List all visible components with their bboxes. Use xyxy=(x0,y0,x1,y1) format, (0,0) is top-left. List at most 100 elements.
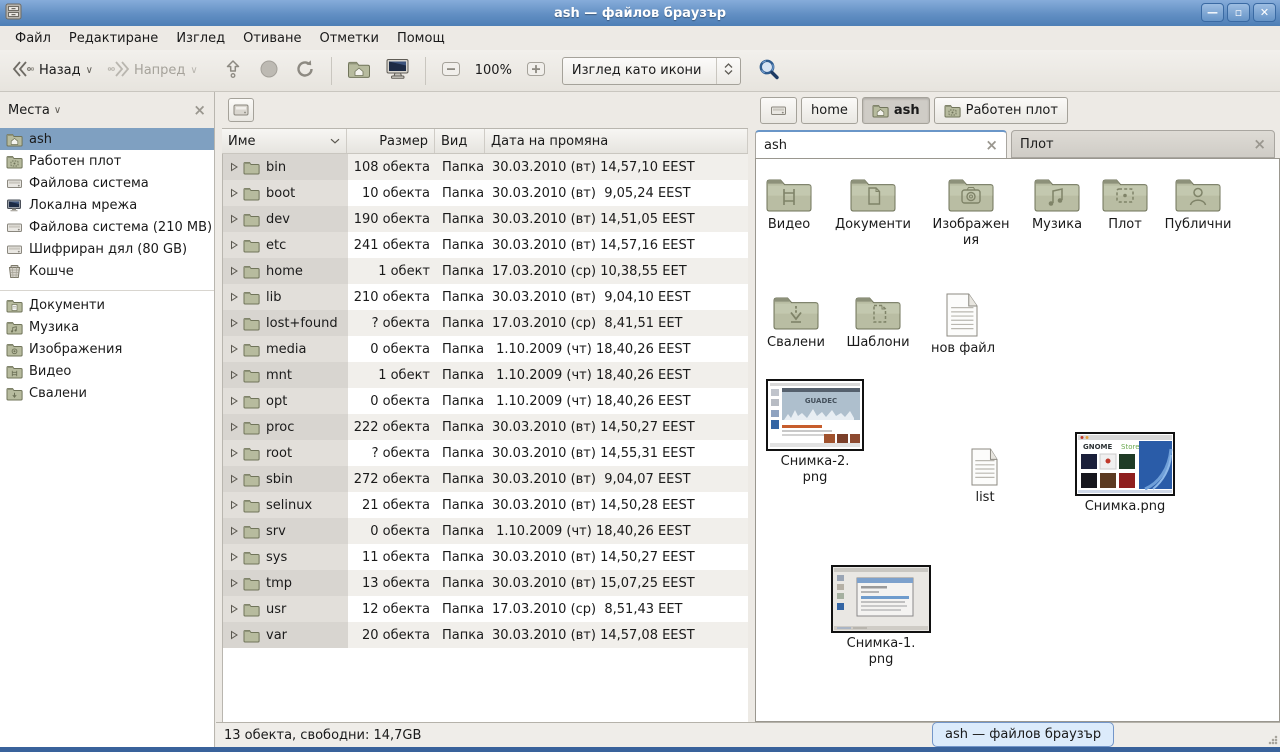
table-row[interactable]: proc222 обектаПапка30.03.2010 (вт) 14,50… xyxy=(223,414,748,440)
sidebar-item-1[interactable]: Работен плот xyxy=(0,150,214,172)
menu-item-0[interactable]: Файл xyxy=(6,28,60,49)
table-row[interactable]: tmp13 обектаПапка30.03.2010 (вт) 15,07,2… xyxy=(223,570,748,596)
table-row[interactable]: mnt1 обектПапка 1.10.2009 (чт) 18,40,26 … xyxy=(223,362,748,388)
column-header-2[interactable]: Вид xyxy=(435,129,485,153)
icon-item-8[interactable]: нов файл xyxy=(918,292,1008,357)
sidebar-item-9[interactable]: Музика xyxy=(0,316,214,338)
table-row[interactable]: selinux21 обектаПапка30.03.2010 (вт) 14,… xyxy=(223,492,748,518)
sidebar-item-6[interactable]: Кошче xyxy=(0,260,214,282)
table-row[interactable]: bin108 обектаПапка30.03.2010 (вт) 14,57,… xyxy=(223,154,748,180)
expander-icon[interactable] xyxy=(229,162,239,172)
search-button[interactable] xyxy=(751,53,787,89)
sidebar-item-4[interactable]: Файлова система (210 MB) xyxy=(0,216,214,238)
sidebar-item-3[interactable]: Локална мрежа xyxy=(0,194,214,216)
menu-item-1[interactable]: Редактиране xyxy=(60,28,167,49)
icon-item-7[interactable]: Шаблони xyxy=(833,292,923,351)
icon-item-11[interactable]: GNOMEStoreСнимка.png xyxy=(1080,432,1170,515)
column-header-3[interactable]: Дата на промяна xyxy=(485,129,748,153)
tree-root-button[interactable] xyxy=(228,98,254,122)
expander-icon[interactable] xyxy=(229,396,239,406)
tab-1[interactable]: Плот× xyxy=(1011,130,1275,158)
column-header-0[interactable]: Име xyxy=(222,129,347,153)
expander-icon[interactable] xyxy=(229,422,239,432)
sidebar-mode-select[interactable]: Места ∨ xyxy=(8,103,61,118)
table-row[interactable]: lib210 обектаПапка30.03.2010 (вт) 9,04,1… xyxy=(223,284,748,310)
forward-button[interactable]: Напред ∨ xyxy=(101,56,204,86)
table-row[interactable]: srv0 обектаПапка 1.10.2009 (чт) 18,40,26… xyxy=(223,518,748,544)
tab-close-icon[interactable]: × xyxy=(1253,135,1266,153)
table-row[interactable]: lost+found? обектаПапка17.03.2010 (ср) 8… xyxy=(223,310,748,336)
table-row[interactable]: home1 обектПапка17.03.2010 (ср) 10,38,55… xyxy=(223,258,748,284)
expander-icon[interactable] xyxy=(229,578,239,588)
back-button[interactable]: Назад ∨ xyxy=(6,56,99,86)
expander-icon[interactable] xyxy=(229,630,239,640)
expander-icon[interactable] xyxy=(229,604,239,614)
home-button[interactable] xyxy=(341,55,377,87)
expander-icon[interactable] xyxy=(229,448,239,458)
back-dropdown-icon[interactable]: ∨ xyxy=(86,65,93,76)
expander-icon[interactable] xyxy=(229,292,239,302)
icon-item-6[interactable]: Свалени xyxy=(755,292,841,351)
expander-icon[interactable] xyxy=(229,500,239,510)
menu-item-3[interactable]: Отиване xyxy=(234,28,310,49)
minimize-button[interactable]: — xyxy=(1201,3,1224,22)
table-row[interactable]: boot10 обектаПапка30.03.2010 (вт) 9,05,2… xyxy=(223,180,748,206)
icon-view[interactable]: ВидеоДокументиИзображен ияМузикаПлотПубл… xyxy=(755,158,1280,722)
expander-icon[interactable] xyxy=(229,266,239,276)
zoom-in-button[interactable] xyxy=(520,56,552,86)
sidebar-item-0[interactable]: ash xyxy=(0,128,214,150)
pathbar-button-2[interactable]: ash xyxy=(862,97,930,124)
maximize-button[interactable]: ▫ xyxy=(1227,3,1250,22)
table-row[interactable]: var20 обектаПапка30.03.2010 (вт) 14,57,0… xyxy=(223,622,748,648)
table-row[interactable]: usr12 обектаПапка17.03.2010 (ср) 8,51,43… xyxy=(223,596,748,622)
table-row[interactable]: etc241 обектаПапка30.03.2010 (вт) 14,57,… xyxy=(223,232,748,258)
icon-item-10[interactable]: list xyxy=(940,447,1030,506)
icon-item-12[interactable]: Снимка-1. png xyxy=(836,565,926,668)
sidebar-item-12[interactable]: Свалени xyxy=(0,382,214,404)
table-row[interactable]: sbin272 обектаПапка30.03.2010 (вт) 9,04,… xyxy=(223,466,748,492)
icon-item-1[interactable]: Документи xyxy=(828,174,918,233)
tab-close-icon[interactable]: × xyxy=(985,136,998,154)
column-header-1[interactable]: Размер xyxy=(347,129,435,153)
sidebar-item-2[interactable]: Файлова система xyxy=(0,172,214,194)
forward-dropdown-icon[interactable]: ∨ xyxy=(190,65,197,76)
resize-grip[interactable] xyxy=(1268,735,1278,745)
pathbar-button-1[interactable]: home xyxy=(801,97,858,124)
up-button[interactable] xyxy=(216,54,250,88)
table-row[interactable]: sys11 обектаПапка30.03.2010 (вт) 14,50,2… xyxy=(223,544,748,570)
expander-icon[interactable] xyxy=(229,344,239,354)
zoom-out-button[interactable] xyxy=(435,56,467,86)
computer-button[interactable] xyxy=(379,54,416,88)
pathbar-button-3[interactable]: Работен плот xyxy=(934,97,1068,124)
sidebar-item-11[interactable]: Видео xyxy=(0,360,214,382)
sidebar-close-icon[interactable]: × xyxy=(193,101,206,119)
icon-item-2[interactable]: Изображен ия xyxy=(926,174,1016,249)
expander-icon[interactable] xyxy=(229,188,239,198)
expander-icon[interactable] xyxy=(229,552,239,562)
stop-button[interactable] xyxy=(252,54,286,88)
icon-item-0[interactable]: Видео xyxy=(755,174,834,233)
expander-icon[interactable] xyxy=(229,474,239,484)
menu-item-5[interactable]: Помощ xyxy=(388,28,454,49)
menu-item-2[interactable]: Изглед xyxy=(167,28,234,49)
close-button[interactable]: ✕ xyxy=(1253,3,1276,22)
sidebar-item-5[interactable]: Шифриран дял (80 GB) xyxy=(0,238,214,260)
menu-item-4[interactable]: Отметки xyxy=(310,28,387,49)
expander-icon[interactable] xyxy=(229,526,239,536)
table-row[interactable]: dev190 обектаПапка30.03.2010 (вт) 14,51,… xyxy=(223,206,748,232)
expander-icon[interactable] xyxy=(229,214,239,224)
sidebar-item-8[interactable]: Документи xyxy=(0,294,214,316)
view-mode-select[interactable]: Изглед като икони xyxy=(562,57,741,85)
expander-icon[interactable] xyxy=(229,370,239,380)
table-row[interactable]: opt0 обектаПапка 1.10.2009 (чт) 18,40,26… xyxy=(223,388,748,414)
icon-item-9[interactable]: GUADECСнимка-2. png xyxy=(770,379,860,486)
table-row[interactable]: root? обектаПапка30.03.2010 (вт) 14,55,3… xyxy=(223,440,748,466)
reload-button[interactable] xyxy=(288,54,322,88)
icon-item-5[interactable]: Публични xyxy=(1153,174,1243,233)
pathbar-button-0[interactable] xyxy=(760,97,797,124)
table-row[interactable]: media0 обектаПапка 1.10.2009 (чт) 18,40,… xyxy=(223,336,748,362)
tab-0[interactable]: ash× xyxy=(755,130,1007,158)
expander-icon[interactable] xyxy=(229,318,239,328)
sidebar-item-10[interactable]: Изображения xyxy=(0,338,214,360)
expander-icon[interactable] xyxy=(229,240,239,250)
